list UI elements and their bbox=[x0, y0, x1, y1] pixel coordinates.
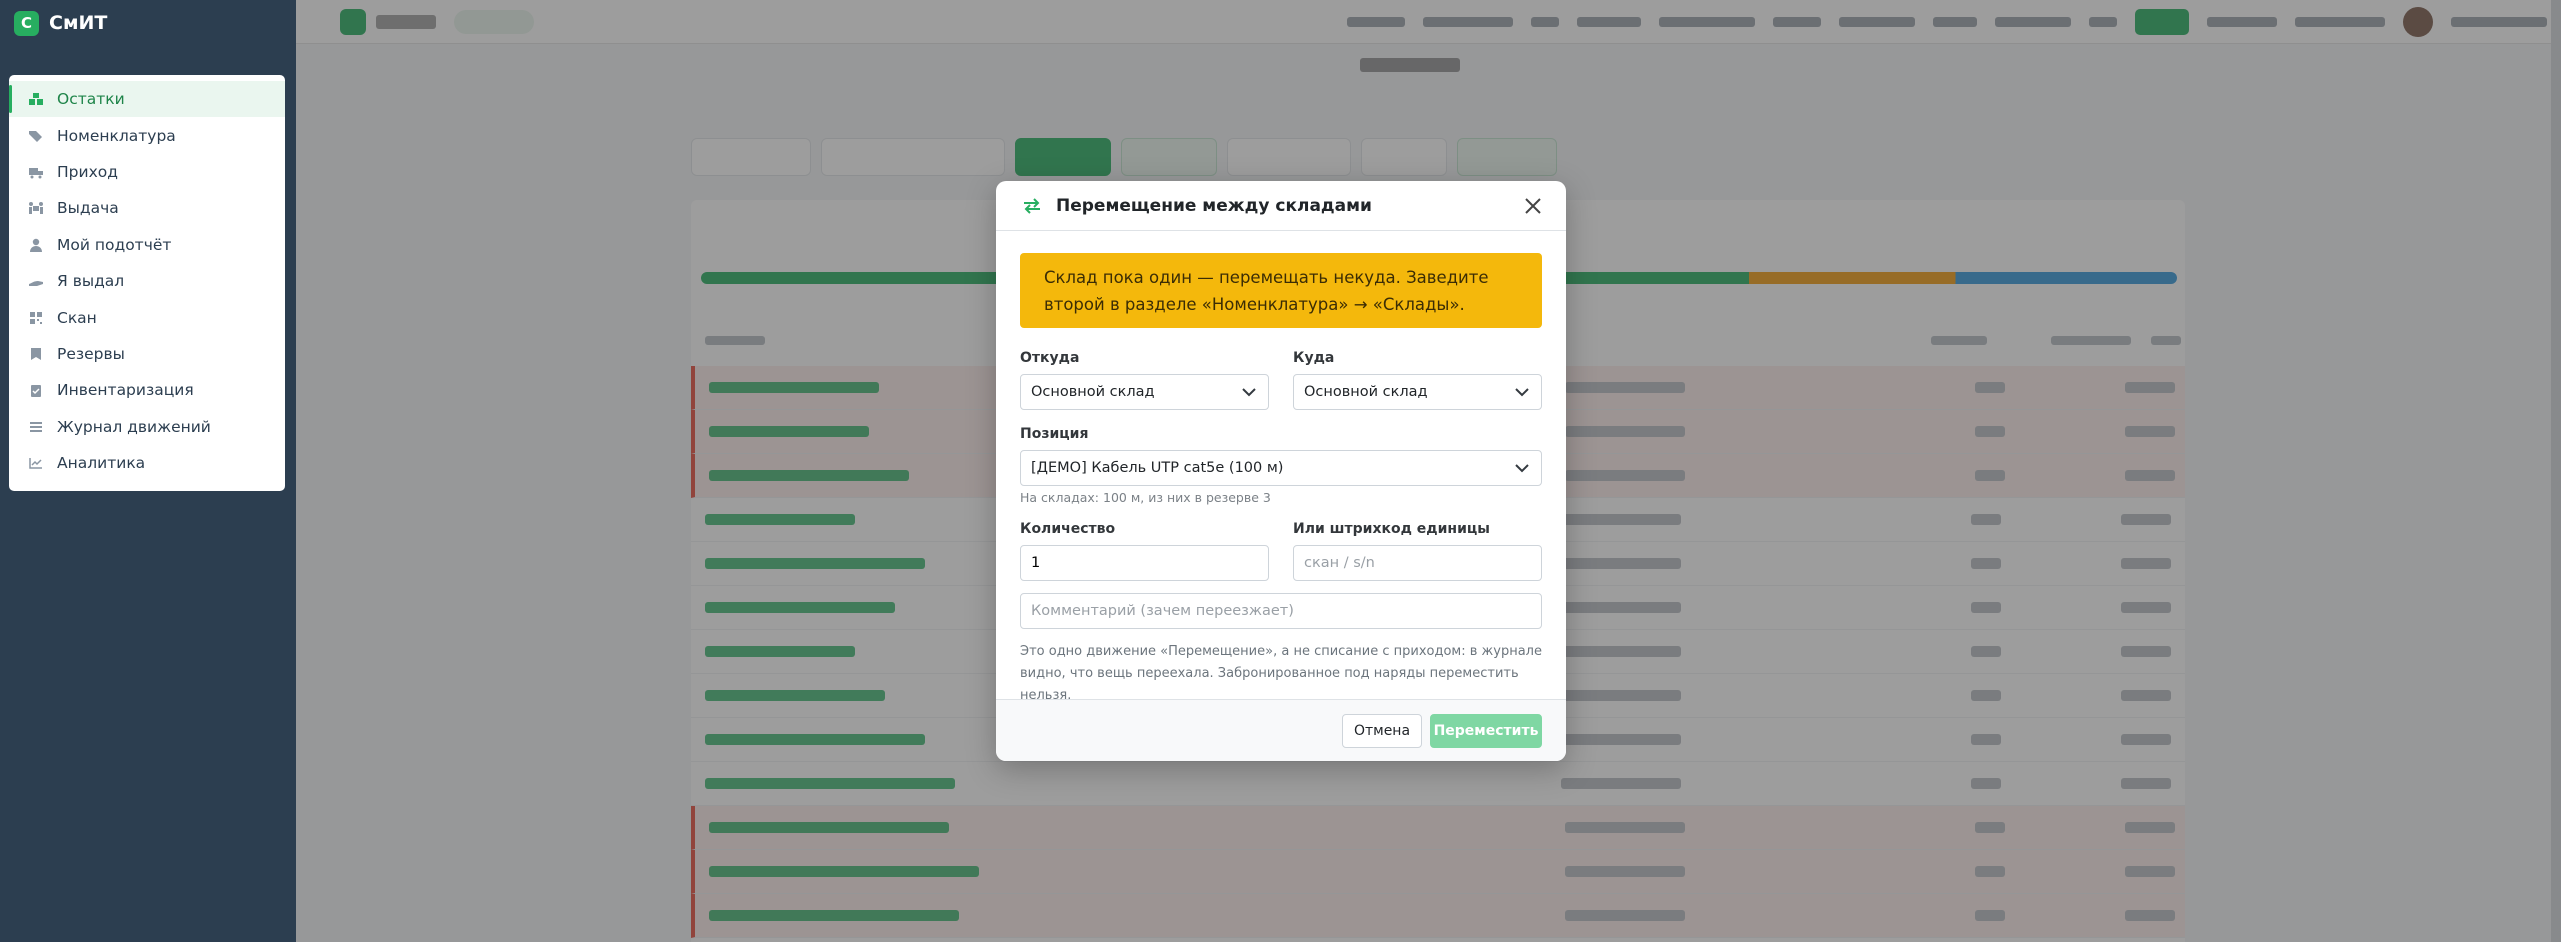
sidebar-item-income[interactable]: Приход bbox=[9, 154, 285, 190]
bookmark-icon bbox=[27, 347, 45, 361]
hand-holding-icon bbox=[27, 274, 45, 288]
sidebar-item-reserves[interactable]: Резервы bbox=[9, 336, 285, 372]
cancel-button[interactable]: Отмена bbox=[1342, 713, 1422, 748]
qrcode-icon bbox=[27, 311, 45, 325]
sidebar-item-issued-by-me[interactable]: Я выдал bbox=[9, 263, 285, 299]
to-field: Куда Основной склад bbox=[1293, 350, 1542, 410]
single-warehouse-alert: Склад пока один — перемещать некуда. Зав… bbox=[1020, 253, 1542, 328]
chevron-down-icon bbox=[1242, 384, 1258, 400]
list-icon bbox=[27, 420, 45, 434]
move-button[interactable]: Переместить bbox=[1430, 713, 1542, 748]
clipboard-check-icon bbox=[27, 383, 45, 398]
brand-name: СмИТ bbox=[49, 12, 108, 34]
sidebar-menu: Остатки Номенклатура Приход Выдача Мой п… bbox=[9, 75, 285, 491]
sidebar-item-scan[interactable]: Скан bbox=[9, 299, 285, 335]
quantity-field: Количество bbox=[1020, 521, 1269, 581]
quantity-input[interactable] bbox=[1020, 545, 1269, 581]
barcode-input[interactable] bbox=[1293, 545, 1542, 581]
sidebar-item-label: Скан bbox=[57, 308, 97, 327]
from-select[interactable]: Основной склад bbox=[1020, 374, 1269, 410]
sidebar-item-label: Мой подотчёт bbox=[57, 235, 172, 254]
modal-footer: Отмена Переместить bbox=[996, 699, 1566, 761]
sidebar-item-issue[interactable]: Выдача bbox=[9, 190, 285, 226]
brand-logo-icon: С bbox=[14, 10, 39, 36]
position-field: Позиция [ДЕМО] Кабель UTP cat5e (100 м) … bbox=[1020, 426, 1542, 505]
close-icon[interactable] bbox=[1522, 195, 1544, 217]
boxes-icon bbox=[27, 92, 45, 106]
comment-input[interactable] bbox=[1020, 593, 1542, 629]
warehouse-row: Откуда Основной склад Куда Основной скла… bbox=[1020, 350, 1542, 410]
modal-title: Перемещение между складами bbox=[1056, 195, 1372, 216]
quantity-row: Количество Или штрихкод единицы bbox=[1020, 521, 1542, 581]
sidebar-item-inventory[interactable]: Инвентаризация bbox=[9, 372, 285, 408]
people-carry-icon bbox=[27, 201, 45, 215]
to-label: Куда bbox=[1293, 350, 1335, 366]
truck-icon bbox=[27, 165, 45, 179]
to-select[interactable]: Основной склад bbox=[1293, 374, 1542, 410]
sidebar-item-label: Остатки bbox=[57, 90, 125, 109]
position-label: Позиция bbox=[1020, 426, 1089, 442]
sidebar-item-label: Я выдал bbox=[57, 272, 125, 291]
tags-icon bbox=[27, 129, 45, 143]
position-select[interactable]: [ДЕМО] Кабель UTP cat5e (100 м) bbox=[1020, 450, 1542, 486]
position-hint: На складах: 100 м, из них в резерве 3 bbox=[1020, 490, 1271, 505]
sidebar-item-stock[interactable]: Остатки bbox=[9, 81, 285, 118]
chart-line-icon bbox=[27, 456, 45, 470]
modal-header: Перемещение между складами bbox=[996, 181, 1566, 231]
brand[interactable]: С СмИТ bbox=[0, 0, 296, 46]
chevron-down-icon bbox=[1515, 384, 1531, 400]
from-label: Откуда bbox=[1020, 350, 1080, 366]
sidebar-item-nomenclature[interactable]: Номенклатура bbox=[9, 117, 285, 153]
quantity-label: Количество bbox=[1020, 521, 1116, 537]
sidebar-item-label: Журнал движений bbox=[57, 417, 211, 436]
transfer-modal: Перемещение между складами Склад пока од… bbox=[996, 181, 1566, 761]
sidebar-item-label: Инвентаризация bbox=[57, 381, 194, 400]
barcode-label: Или штрихкод единицы bbox=[1293, 521, 1490, 537]
to-value: Основной склад bbox=[1304, 384, 1428, 400]
position-value: [ДЕМО] Кабель UTP cat5e (100 м) bbox=[1031, 460, 1284, 476]
exchange-arrows-icon bbox=[1022, 197, 1044, 214]
barcode-field: Или штрихкод единицы bbox=[1293, 521, 1542, 581]
sidebar-item-my-account[interactable]: Мой подотчёт bbox=[9, 227, 285, 263]
sidebar-item-label: Аналитика bbox=[57, 454, 146, 473]
from-field: Откуда Основной склад bbox=[1020, 350, 1269, 410]
chevron-down-icon bbox=[1515, 460, 1531, 476]
user-tie-icon bbox=[27, 238, 45, 252]
from-value: Основной склад bbox=[1031, 384, 1155, 400]
sidebar-item-journal[interactable]: Журнал движений bbox=[9, 409, 285, 445]
sidebar-item-label: Номенклатура bbox=[57, 126, 176, 145]
sidebar: С СмИТ Остатки Номенклатура Приход Выдач… bbox=[0, 0, 296, 942]
transfer-note: Это одно движение «Перемещение», а не сп… bbox=[1020, 644, 1542, 703]
sidebar-item-analytics[interactable]: Аналитика bbox=[9, 445, 285, 481]
sidebar-item-label: Резервы bbox=[57, 344, 125, 363]
sidebar-item-label: Приход bbox=[57, 162, 118, 181]
sidebar-item-label: Выдача bbox=[57, 199, 119, 218]
modal-body: Склад пока один — перемещать некуда. Зав… bbox=[996, 231, 1566, 707]
